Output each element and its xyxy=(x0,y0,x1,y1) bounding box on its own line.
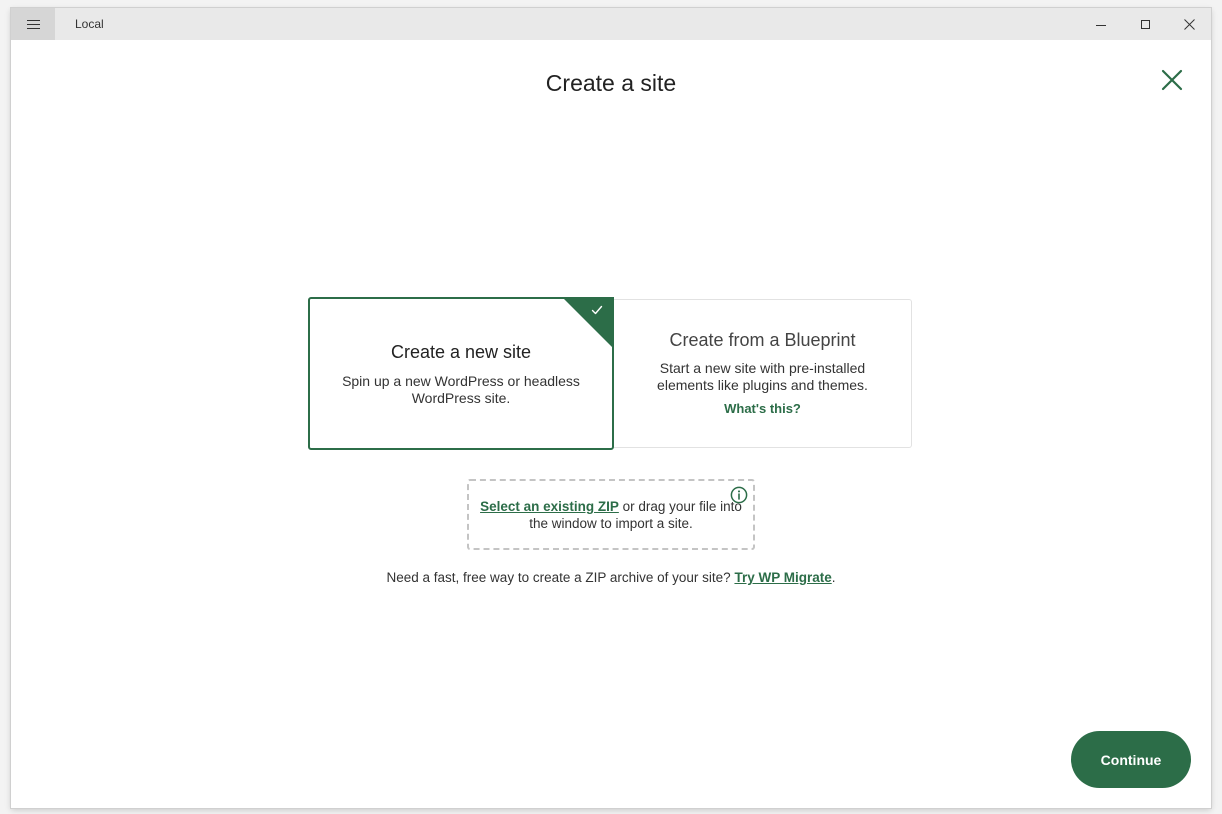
menu-button[interactable] xyxy=(11,8,55,40)
window-close-icon xyxy=(1183,18,1195,30)
title-bar: Local xyxy=(11,8,1211,40)
close-icon xyxy=(1161,69,1183,91)
migrate-text: Need a fast, free way to create a ZIP ar… xyxy=(386,570,731,585)
checkmark-icon xyxy=(591,305,603,315)
minimize-button[interactable] xyxy=(1079,8,1123,40)
migrate-suffix: . xyxy=(831,570,836,585)
card-title: Create from a Blueprint xyxy=(669,330,856,350)
continue-button[interactable]: Continue xyxy=(1071,731,1191,788)
selected-indicator xyxy=(562,297,614,349)
maximize-button[interactable] xyxy=(1123,8,1167,40)
migrate-note: Need a fast, free way to create a ZIP ar… xyxy=(11,570,1211,585)
window-close-button[interactable] xyxy=(1167,8,1211,40)
select-zip-link[interactable]: Select an existing ZIP xyxy=(480,499,619,514)
create-new-site-card[interactable]: Create a new site Spin up a new WordPres… xyxy=(308,297,614,450)
info-icon[interactable] xyxy=(730,486,748,504)
app-window: Local Create a site Create a new site Sp… xyxy=(11,8,1211,808)
minimize-icon xyxy=(1096,24,1106,26)
card-description: Spin up a new WordPress or headless Word… xyxy=(342,373,580,406)
hamburger-icon xyxy=(26,19,40,29)
zip-drop-zone[interactable]: Select an existing ZIP or drag your file… xyxy=(467,479,755,550)
maximize-icon xyxy=(1140,19,1150,29)
try-wp-migrate-link[interactable]: Try WP Migrate xyxy=(734,570,831,585)
page-title: Create a site xyxy=(545,70,677,96)
close-button[interactable] xyxy=(1158,66,1186,94)
app-title: Local xyxy=(75,17,104,31)
whats-this-link[interactable]: What's this? xyxy=(724,401,801,416)
create-from-blueprint-card[interactable]: Create from a Blueprint Start a new site… xyxy=(614,299,912,448)
card-description: Start a new site with pre-installed elem… xyxy=(657,360,868,393)
